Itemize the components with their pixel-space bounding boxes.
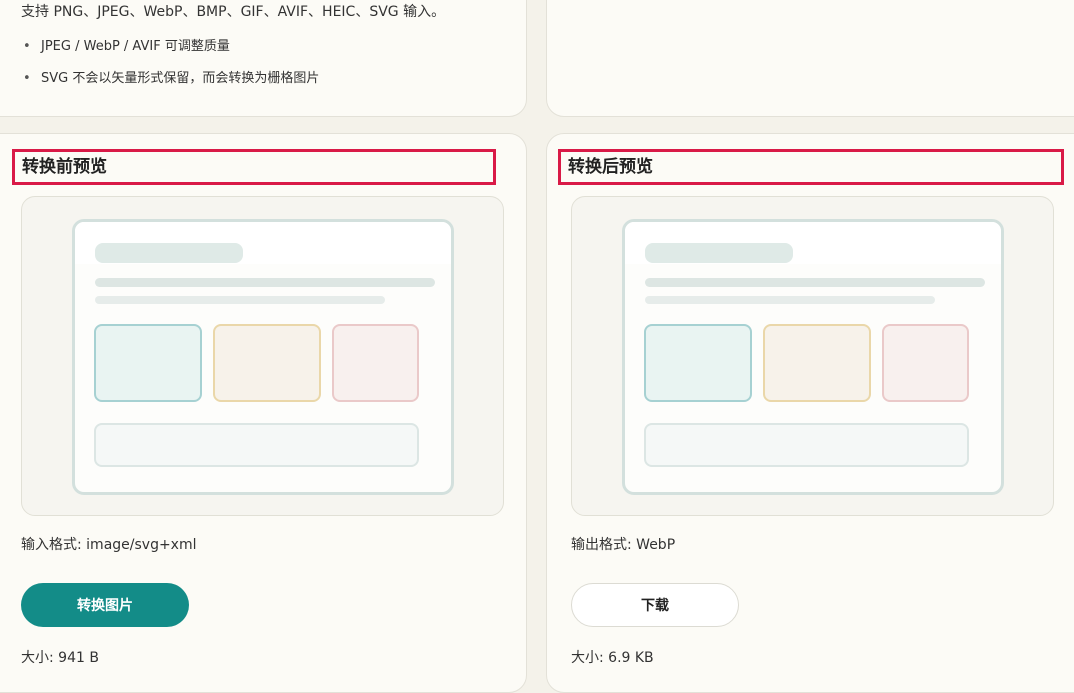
mockup-tile-amber bbox=[213, 324, 321, 402]
format-info-card: 支持 PNG、JPEG、WebP、BMP、GIF、AVIF、HEIC、SVG 输… bbox=[0, 0, 527, 117]
mockup-line bbox=[645, 296, 935, 304]
mockup-tile-rose bbox=[882, 324, 969, 402]
mockup-bottom-bar bbox=[94, 423, 419, 467]
mockup-frame bbox=[622, 219, 1004, 495]
output-format-text: 输出格式: WebP bbox=[571, 537, 676, 553]
convert-image-button[interactable]: 转换图片 bbox=[21, 583, 189, 627]
preview-mockup bbox=[72, 219, 454, 495]
mockup-title-pill bbox=[645, 243, 793, 263]
mockup-tile-teal bbox=[94, 324, 202, 402]
mockup-tile-rose bbox=[332, 324, 419, 402]
mockup-bottom-bar bbox=[644, 423, 969, 467]
download-button[interactable]: 下载 bbox=[571, 583, 739, 627]
options-card bbox=[546, 0, 1074, 117]
output-size-text: 大小: 6.9 KB bbox=[571, 650, 654, 666]
before-preview-image bbox=[21, 196, 504, 516]
after-preview-card: 转换后预览 输出格式: WebP 下载 大小: 6.9 KB bbox=[546, 133, 1074, 693]
mockup-line bbox=[645, 278, 985, 287]
before-preview-title: 转换前预览 bbox=[12, 149, 496, 185]
after-preview-image bbox=[571, 196, 1054, 516]
supported-formats-text: 支持 PNG、JPEG、WebP、BMP、GIF、AVIF、HEIC、SVG 输… bbox=[21, 4, 446, 20]
preview-mockup bbox=[622, 219, 1004, 495]
mockup-line bbox=[95, 296, 385, 304]
input-format-text: 输入格式: image/svg+xml bbox=[21, 537, 197, 553]
mockup-tile-amber bbox=[763, 324, 871, 402]
before-preview-card: 转换前预览 输入格式: image/svg+xml 转换图片 大小: 941 B bbox=[0, 133, 527, 693]
mockup-frame bbox=[72, 219, 454, 495]
notes-list: JPEG / WebP / AVIF 可调整质量 SVG 不会以矢量形式保留，而… bbox=[21, 37, 319, 101]
note-svg: SVG 不会以矢量形式保留，而会转换为栅格图片 bbox=[21, 69, 319, 101]
mockup-line bbox=[95, 278, 435, 287]
mockup-tile-teal bbox=[644, 324, 752, 402]
input-size-text: 大小: 941 B bbox=[21, 650, 99, 666]
note-quality: JPEG / WebP / AVIF 可调整质量 bbox=[21, 37, 319, 69]
after-preview-title: 转换后预览 bbox=[558, 149, 1064, 185]
mockup-title-pill bbox=[95, 243, 243, 263]
